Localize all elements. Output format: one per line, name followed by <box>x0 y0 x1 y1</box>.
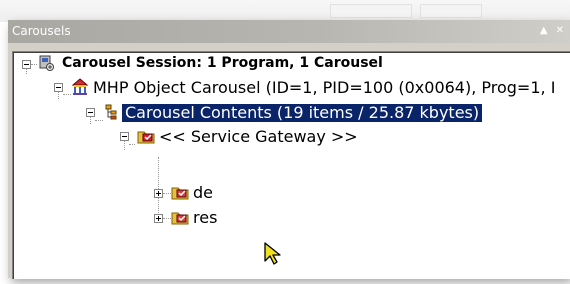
background-field <box>420 4 482 18</box>
expand-toggle[interactable] <box>154 214 163 223</box>
collapse-toggle[interactable] <box>86 108 95 117</box>
expand-toggle[interactable] <box>154 189 163 198</box>
gateway-folder-icon <box>137 131 155 144</box>
tree-line <box>63 94 71 96</box>
tree-node-contents[interactable]: Carousel Contents (19 items / 25.87 kbyt… <box>122 104 483 122</box>
tree-line <box>163 218 171 220</box>
tree-line <box>163 193 171 195</box>
panel-title: Carousels <box>12 24 71 38</box>
tree-node-carousel[interactable]: MHP Object Carousel (ID=1, PID=100 (0x00… <box>90 79 558 97</box>
collapse-toggle[interactable] <box>22 60 31 69</box>
carousel-icon <box>71 78 89 95</box>
carousels-panel: Carousels ▲ ✕ Carousel Session: 1 Progra… <box>8 20 570 279</box>
tree-node-folder-de[interactable]: de <box>190 184 216 202</box>
background-window-strip <box>0 0 570 22</box>
carousel-tree[interactable]: Carousel Session: 1 Program, 1 Carousel … <box>12 51 570 279</box>
contents-icon <box>105 104 117 120</box>
titlebar-buttons: ▲ ✕ <box>540 25 564 37</box>
tree-node-folder-res[interactable]: res <box>190 209 220 227</box>
session-icon <box>39 55 54 71</box>
mouse-pointer-icon <box>264 242 281 265</box>
tree-line <box>95 120 103 122</box>
scroll-up-icon[interactable]: ▲ <box>540 25 548 37</box>
panel-titlebar: Carousels ▲ ✕ <box>8 20 570 43</box>
tree-line <box>26 69 28 74</box>
close-icon[interactable]: ✕ <box>556 25 564 37</box>
folder-icon <box>171 187 189 200</box>
tree-node-session[interactable]: Carousel Session: 1 Program, 1 Carousel <box>59 54 386 72</box>
collapse-toggle[interactable] <box>120 132 129 141</box>
tree-node-gateway[interactable]: << Service Gateway >> <box>156 128 361 146</box>
background-field <box>330 4 412 18</box>
tree-line <box>158 157 160 219</box>
folder-icon <box>171 212 189 225</box>
tree-line <box>31 64 37 66</box>
tree-line <box>129 144 135 146</box>
collapse-toggle[interactable] <box>54 83 63 92</box>
